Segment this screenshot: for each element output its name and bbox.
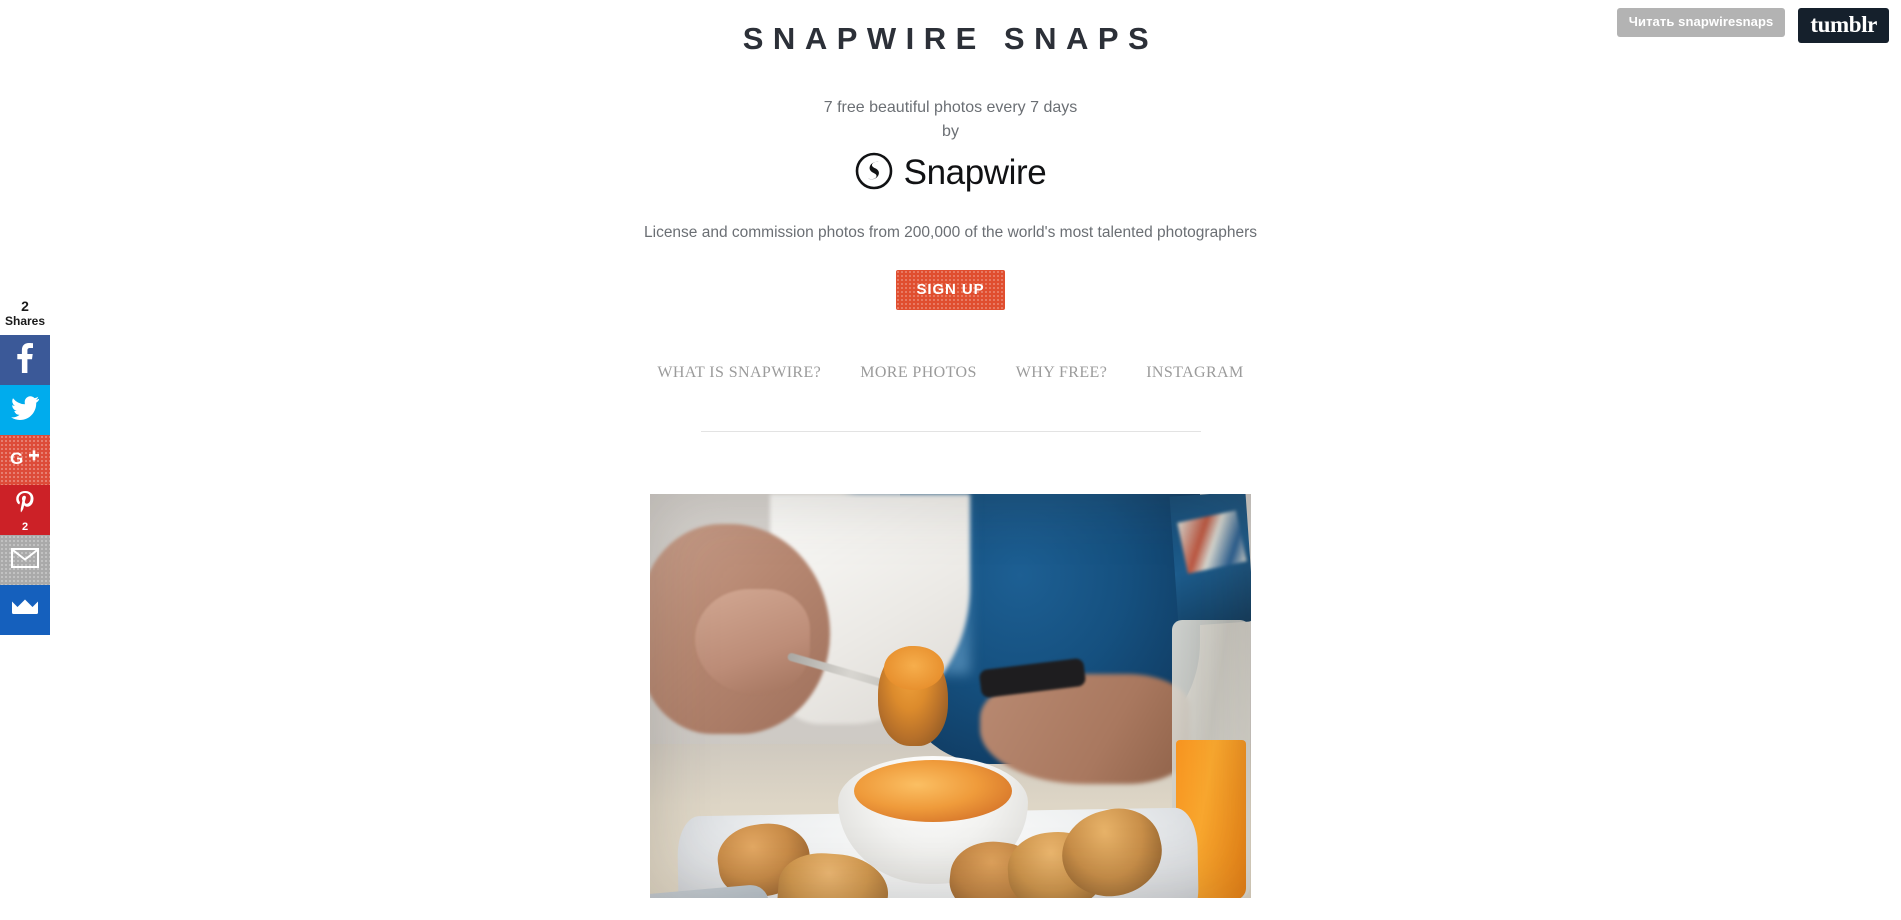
share-count-number: 2	[21, 298, 29, 314]
share-button-google-plus[interactable]: G	[0, 435, 50, 485]
sign-up-button-label: SIGN UP	[916, 280, 985, 298]
tagline: 7 free beautiful photos every 7 days	[823, 99, 1078, 116]
pinterest-share-count: 2	[21, 521, 29, 533]
snapwire-logo[interactable]: Snapwire	[855, 152, 1047, 194]
share-rail: 2 Shares G 2	[0, 298, 50, 635]
sign-up-button[interactable]: SIGN UP	[895, 269, 1006, 310]
facebook-icon	[17, 342, 33, 378]
snapwire-wordmark: Snapwire	[903, 153, 1047, 192]
sharethis-crown-icon	[11, 599, 39, 622]
signup-wrap: SIGN UP	[0, 269, 1901, 310]
nav-link-more-photos[interactable]: MORE PHOTOS	[860, 363, 977, 383]
share-button-sharethis[interactable]	[0, 585, 50, 635]
twitter-icon	[11, 395, 39, 425]
share-total: 2 Shares	[0, 298, 50, 335]
share-button-pinterest[interactable]: 2	[0, 485, 50, 535]
page-root: Читать snapwiresnaps tumblr 2 Shares G 2…	[0, 0, 1901, 920]
photo-vignette	[650, 494, 1251, 898]
share-button-twitter[interactable]	[0, 385, 50, 435]
nav-links: WHAT IS SNAPWIRE? MORE PHOTOS WHY FREE? …	[0, 363, 1901, 383]
section-divider	[700, 430, 1201, 432]
by-line: by	[942, 123, 959, 140]
nav-link-what-is-snapwire[interactable]: WHAT IS SNAPWIRE?	[657, 363, 821, 383]
license-text: License and commission photos from 200,0…	[644, 223, 1257, 241]
google-plus-icon: G	[10, 448, 40, 473]
svg-text:G: G	[10, 449, 23, 468]
email-icon	[11, 547, 39, 573]
main-column: SNAPWIRE SNAPS 7 free beautiful photos e…	[0, 0, 1901, 898]
share-button-facebook[interactable]	[0, 335, 50, 385]
share-count-label: Shares	[4, 314, 46, 328]
share-button-email[interactable]	[0, 535, 50, 585]
snapwire-mark-icon	[855, 152, 893, 195]
nav-link-instagram[interactable]: INSTAGRAM	[1146, 363, 1243, 383]
tumblr-controls: Читать snapwiresnaps tumblr	[1616, 8, 1889, 43]
nav-link-why-free[interactable]: WHY FREE?	[1016, 363, 1107, 383]
tumblr-follow-button[interactable]: Читать snapwiresnaps	[1616, 8, 1786, 37]
tumblr-logo-button[interactable]: tumblr	[1798, 8, 1889, 43]
photo-post[interactable]	[650, 493, 1251, 898]
